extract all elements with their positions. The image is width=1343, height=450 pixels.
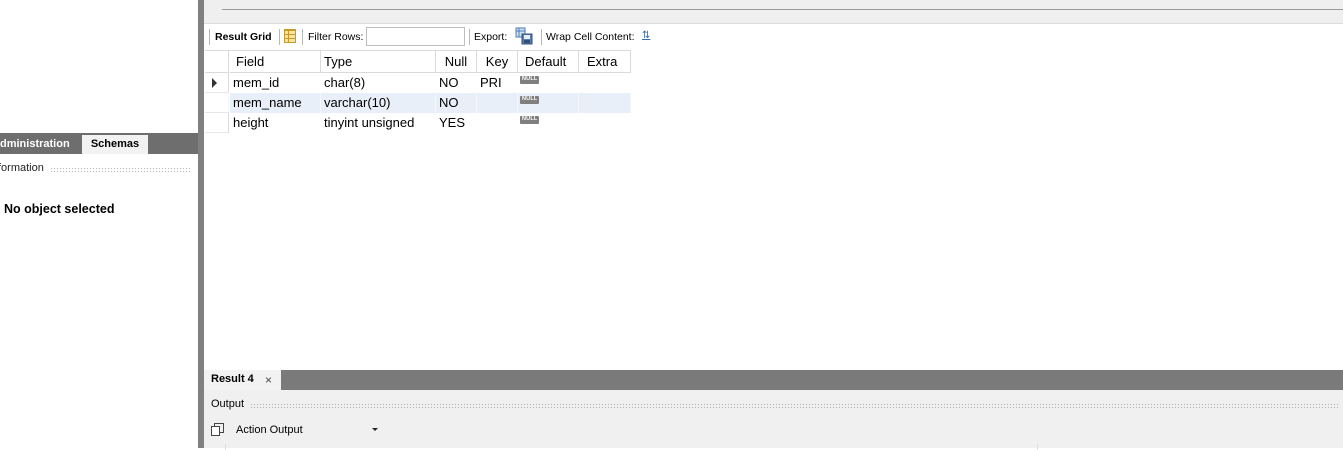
cell-default[interactable]: NULL [518,73,579,93]
cell-type[interactable]: tinyint unsigned [321,113,436,133]
result-toolbar: Result Grid Filter Rows: Export: Wrap Ce… [204,24,1343,50]
null-badge: NULL [520,96,539,104]
cell-null[interactable]: NO [436,73,477,93]
cell-extra[interactable] [579,93,631,113]
editor-scroll-track [222,9,1343,10]
close-icon[interactable]: × [265,373,272,387]
cell-field[interactable]: mem_id [230,73,321,93]
toolbar-separator [541,29,542,45]
toolbar-separator [279,29,280,45]
export-label: Export: [474,30,507,44]
null-badge: NULL [520,116,539,124]
sidebar-panel: dministration Schemas formation No objec… [0,0,198,448]
column-header-type[interactable]: Type [321,51,436,73]
output-panel: Output Action Output [204,390,1343,448]
information-section-header[interactable]: formation [0,162,196,176]
cell-default[interactable]: NULL [518,113,579,133]
information-label: formation [0,162,48,174]
current-row-arrow-icon [212,78,217,88]
cell-null[interactable]: YES [436,113,477,133]
table-row[interactable]: mem_id char(8) NO PRI NULL [205,73,631,93]
result-tab-label: Result 4 [211,373,254,385]
output-type-select[interactable]: Action Output [231,421,382,439]
filter-rows-input[interactable] [366,27,465,46]
tab-schemas[interactable]: Schemas [82,135,148,154]
cell-extra[interactable] [579,113,631,133]
column-divider [225,444,226,450]
column-header-key[interactable]: Key [477,51,518,73]
toolbar-separator [302,29,303,45]
grid-corner[interactable] [205,51,229,73]
result-grid-icon[interactable] [284,29,296,43]
sidebar-tab-bar: dministration Schemas [0,133,198,154]
column-header-default[interactable]: Default [518,51,579,73]
no-object-selected-message: No object selected [4,202,114,216]
cell-type[interactable]: varchar(10) [321,93,436,113]
row-header[interactable] [205,113,229,133]
cell-key[interactable] [477,93,518,113]
tab-administration[interactable]: dministration [0,135,76,154]
cell-extra[interactable] [579,73,631,93]
editor-bottom-strip [204,0,1343,24]
result-tab-bar: Result 4 × [204,370,1343,390]
table-row[interactable]: height tinyint unsigned YES NULL [205,113,631,133]
wrap-cell-content-label: Wrap Cell Content: [546,30,635,44]
wrap-text-icon[interactable]: ⇅ [642,30,654,43]
cell-default[interactable]: NULL [518,93,579,113]
toolbar-separator [469,29,470,45]
null-badge: NULL [520,76,539,84]
chevron-down-icon[interactable] [372,428,378,431]
column-header-null[interactable]: Null [436,51,477,73]
result-grid: Field Type Null Key Default Extra mem_id… [205,50,631,133]
section-header-dotted-line [250,403,1339,408]
tab-result-4[interactable]: Result 4 × [204,370,281,390]
column-divider [1037,444,1038,450]
cell-type[interactable]: char(8) [321,73,436,93]
copy-icon[interactable] [211,423,224,436]
cell-field[interactable]: mem_name [230,93,321,113]
grid-header-row: Field Type Null Key Default Extra [205,50,631,73]
cell-field[interactable]: height [230,113,321,133]
table-row[interactable]: mem_name varchar(10) NO NULL [205,93,631,113]
column-header-field[interactable]: Field [230,51,321,73]
output-section-header[interactable]: Output [204,398,1343,412]
column-header-extra[interactable]: Extra [579,51,631,73]
cell-key[interactable]: PRI [477,73,518,93]
cell-key[interactable] [477,113,518,133]
cell-null[interactable]: NO [436,93,477,113]
section-header-dotted-line [50,167,192,172]
filter-rows-label: Filter Rows: [308,30,363,44]
toolbar-separator [209,29,210,45]
export-icon[interactable] [515,27,533,45]
row-header[interactable] [205,73,229,93]
row-header[interactable] [205,93,229,113]
result-grid-button[interactable]: Result Grid [215,30,272,44]
output-label: Output [211,398,248,410]
